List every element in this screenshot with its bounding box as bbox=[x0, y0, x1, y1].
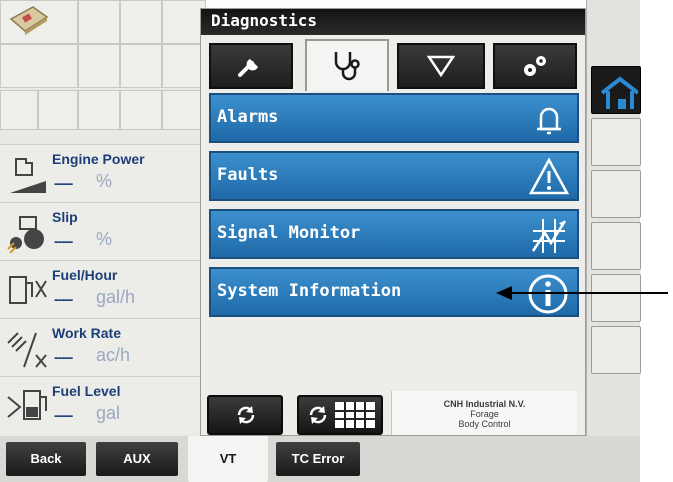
warning-icon bbox=[529, 157, 569, 195]
widget-fuel-hour[interactable]: Fuel/Hour ----- gal/h bbox=[0, 260, 206, 318]
bell-icon bbox=[537, 107, 561, 135]
tab-tc-error[interactable]: TC Error bbox=[276, 442, 360, 476]
home-icon bbox=[600, 76, 638, 109]
brand-module: Body Control bbox=[458, 419, 511, 429]
widget-value: ----- bbox=[54, 291, 73, 307]
tab-back[interactable]: Back bbox=[6, 442, 86, 476]
shortcut-column bbox=[586, 0, 641, 436]
faults-label: Faults bbox=[217, 165, 279, 185]
signal-monitor-button[interactable]: Signal Monitor bbox=[209, 209, 579, 259]
widget-unit: ac/h bbox=[96, 345, 131, 365]
gears-icon bbox=[524, 56, 546, 76]
run-screen-panel: Engine Power ----- % Slip ----- % Fuel/H… bbox=[0, 0, 206, 436]
refresh-icon bbox=[237, 406, 255, 424]
fuel-level-icon bbox=[7, 390, 47, 420]
empty-slot[interactable] bbox=[78, 0, 120, 44]
brand-company: CNH Industrial N.V. bbox=[443, 399, 526, 409]
tab-filter[interactable] bbox=[397, 43, 485, 89]
triangle-down-icon bbox=[427, 55, 455, 77]
engine-power-icon bbox=[10, 158, 46, 193]
empty-slot[interactable] bbox=[78, 90, 120, 130]
logbook-slot[interactable] bbox=[0, 0, 78, 44]
alarms-button[interactable]: Alarms bbox=[209, 93, 579, 143]
system-information-label: System Information bbox=[217, 281, 402, 301]
shortcut-slot[interactable] bbox=[591, 326, 641, 374]
annotation-arrow bbox=[496, 286, 668, 300]
widget-unit: % bbox=[96, 229, 113, 249]
widget-value: ----- bbox=[54, 233, 73, 249]
refresh-icon bbox=[309, 406, 327, 424]
page-title: Diagnostics bbox=[211, 11, 317, 30]
widget-unit: % bbox=[96, 171, 113, 191]
widget-fuel-level[interactable]: Fuel Level ----- gal bbox=[0, 376, 206, 434]
wrench-icon bbox=[238, 59, 258, 77]
grid-icon bbox=[335, 402, 375, 428]
work-rate-icon bbox=[7, 332, 47, 368]
widget-unit: gal/h bbox=[96, 287, 136, 307]
shortcut-slot[interactable] bbox=[591, 222, 641, 270]
widget-work-rate[interactable]: Work Rate ----- ac/h bbox=[0, 318, 206, 376]
home-button[interactable] bbox=[591, 66, 641, 114]
signal-monitor-label: Signal Monitor bbox=[217, 223, 361, 243]
widget-value: ----- bbox=[54, 407, 73, 423]
diagnostics-window: Diagnostics Alarms Faults Signal Monitor… bbox=[200, 8, 586, 436]
widget-title: Slip bbox=[52, 209, 78, 225]
faults-button[interactable]: Faults bbox=[209, 151, 579, 201]
alarms-label: Alarms bbox=[217, 107, 279, 127]
widget-value: ----- bbox=[54, 175, 73, 191]
brand-label: CNH Industrial N.V. Forage Body Control bbox=[391, 391, 577, 435]
refresh-grid-button[interactable] bbox=[297, 395, 383, 435]
widget-title: Fuel Level bbox=[52, 383, 121, 399]
diagnostics-header: Diagnostics bbox=[201, 9, 585, 35]
widget-slip[interactable]: Slip ----- % bbox=[0, 202, 206, 260]
stethoscope-icon bbox=[334, 52, 360, 81]
empty-slot[interactable] bbox=[0, 90, 38, 130]
empty-slot[interactable] bbox=[78, 44, 120, 88]
tab-aux[interactable]: AUX bbox=[96, 442, 178, 476]
empty-slot[interactable] bbox=[120, 0, 162, 44]
fuel-hour-icon bbox=[9, 276, 47, 304]
widget-title: Fuel/Hour bbox=[52, 267, 118, 283]
widget-title: Engine Power bbox=[52, 151, 145, 167]
brand-product: Forage bbox=[470, 409, 499, 419]
tab-tools[interactable] bbox=[209, 43, 293, 89]
shortcut-slot[interactable] bbox=[591, 170, 641, 218]
vt-screen: Engine Power ----- % Slip ----- % Fuel/H… bbox=[0, 0, 641, 482]
tab-vt[interactable]: VT bbox=[188, 436, 268, 482]
empty-slot[interactable] bbox=[0, 44, 78, 88]
widget-title: Work Rate bbox=[52, 325, 121, 341]
refresh-button[interactable] bbox=[207, 395, 283, 435]
tab-settings[interactable] bbox=[493, 43, 577, 89]
tab-diagnostics[interactable] bbox=[305, 39, 389, 91]
shortcut-slot[interactable] bbox=[591, 118, 641, 166]
widget-engine-power[interactable]: Engine Power ----- % bbox=[0, 144, 206, 202]
empty-slot[interactable] bbox=[38, 90, 78, 130]
logbook-icon bbox=[9, 6, 49, 35]
signal-graph-icon bbox=[531, 219, 567, 253]
bottom-tab-bar: Back AUX VT TC Error bbox=[0, 436, 640, 482]
empty-slot[interactable] bbox=[120, 90, 162, 130]
widget-value: ----- bbox=[54, 349, 73, 365]
empty-slot[interactable] bbox=[120, 44, 162, 88]
widget-unit: gal bbox=[96, 403, 121, 423]
tractor-slip-icon bbox=[7, 216, 44, 253]
